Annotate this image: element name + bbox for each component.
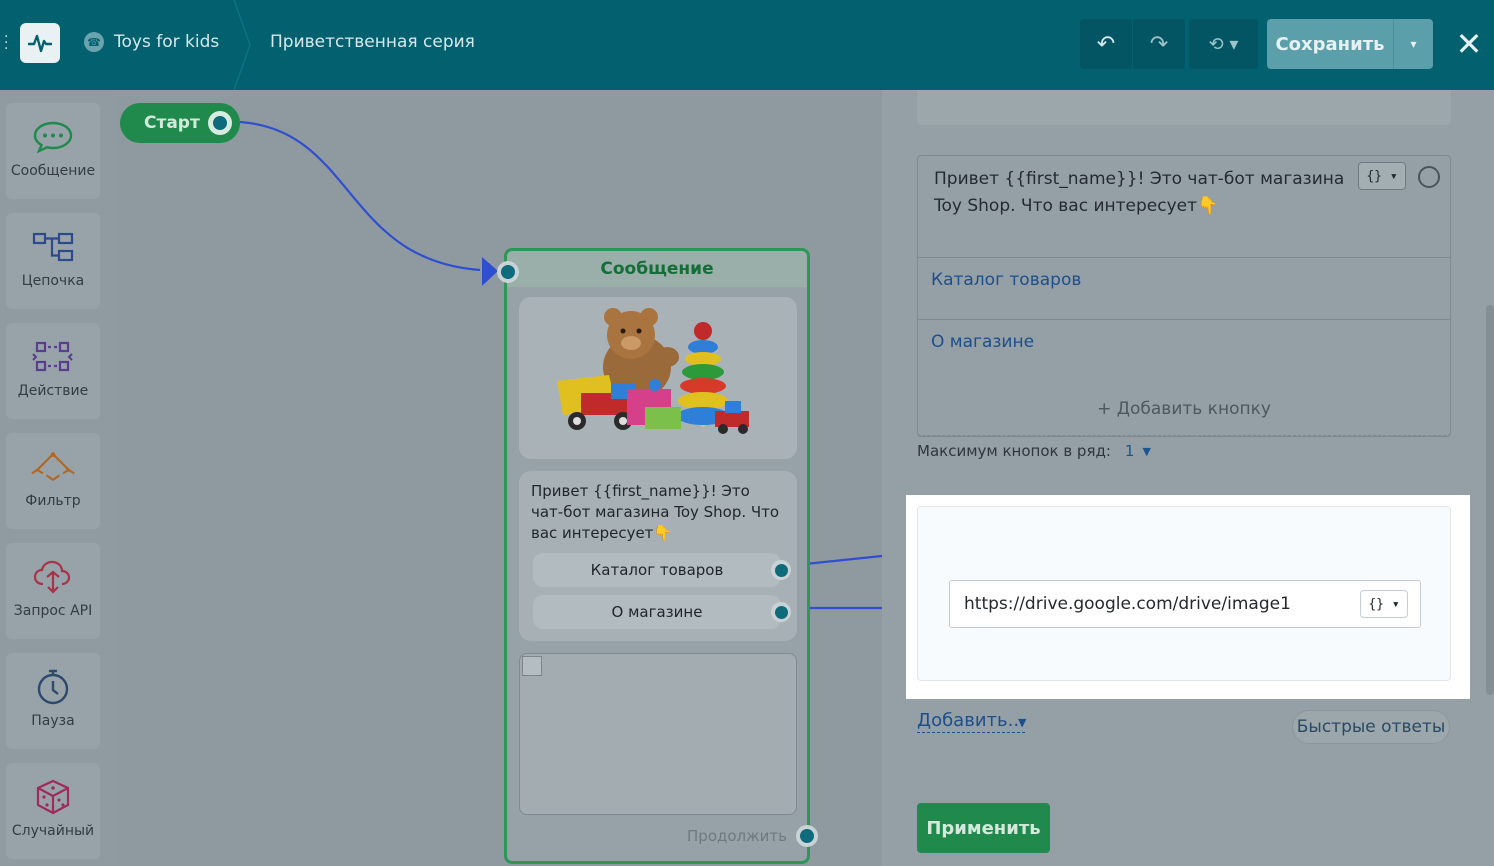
node-button-label: Каталог товаров	[590, 561, 724, 579]
message-input-port[interactable]	[497, 261, 519, 283]
continue-label: Продолжить	[687, 827, 787, 845]
tool-api-request[interactable]: Запрос API	[6, 543, 100, 639]
close-button[interactable]: ✕	[1452, 24, 1486, 64]
quick-replies-button[interactable]: Быстрые ответы	[1292, 710, 1450, 744]
panel-button-catalog[interactable]: Каталог товаров	[918, 257, 1450, 319]
flow-canvas[interactable]: Старт Сообщение Привет {{first_name}}! Э…	[114, 90, 882, 866]
tool-action[interactable]: Действие	[6, 323, 100, 419]
redo-icon: ↷	[1149, 31, 1169, 57]
start-node[interactable]: Старт	[120, 103, 240, 143]
message-textarea[interactable]: Привет {{first_name}}! Это чат-бот магаз…	[934, 166, 1354, 220]
save-button[interactable]: Сохранить	[1267, 19, 1393, 69]
history-icon: ⟲ ▾	[1208, 33, 1239, 55]
chevron-down-icon: ▼	[1142, 444, 1151, 458]
start-label: Старт	[144, 113, 200, 133]
tool-chain[interactable]: Цепочка	[6, 213, 100, 309]
viber-icon: ☎	[84, 32, 104, 52]
image-url-card: https://drive.google.com/drive/image1 {}…	[917, 506, 1451, 681]
tool-message[interactable]: Сообщение	[6, 103, 100, 199]
action-icon	[30, 337, 76, 377]
node-button-about[interactable]: О магазине	[533, 595, 791, 629]
history-button[interactable]: ⟲ ▾	[1189, 19, 1258, 69]
chevron-down-icon: ▼	[1018, 716, 1027, 729]
breadcrumb-flow-name: Приветственная серия	[270, 32, 475, 52]
variable-insert-button[interactable]: {} ▾	[1358, 162, 1406, 190]
undo-icon: ↶	[1096, 31, 1116, 57]
project-name: Toys for kids	[114, 32, 220, 52]
panel-button-about[interactable]: О магазине	[918, 319, 1450, 381]
dice-icon	[30, 777, 76, 817]
save-group: Сохранить ▾	[1267, 19, 1433, 69]
tool-label: Цепочка	[21, 273, 85, 289]
toys-image	[519, 297, 797, 459]
max-buttons-select[interactable]: 1	[1125, 442, 1135, 460]
undo-button[interactable]: ↶	[1080, 19, 1132, 69]
close-icon: ✕	[1455, 25, 1483, 63]
tool-label: Запрос API	[13, 603, 93, 619]
tool-filter[interactable]: Фильтр	[6, 433, 100, 529]
image-placeholder-card	[519, 653, 797, 815]
variable-insert-button[interactable]: {} ▾	[1360, 590, 1408, 618]
message-settings-panel: Привет {{first_name}}! Это чат-бот магаз…	[882, 90, 1494, 866]
stopwatch-icon	[30, 667, 76, 707]
app-logo-icon[interactable]	[20, 23, 60, 63]
breadcrumb-separator	[233, 0, 251, 90]
tool-label: Действие	[17, 383, 89, 399]
tool-panel: Сообщение Цепочка Действие Фильтр Запрос…	[0, 90, 114, 866]
menu-dots-icon[interactable]: · · ·	[4, 30, 10, 56]
cloud-api-icon	[30, 557, 76, 597]
tool-label: Случайный	[11, 823, 95, 839]
broken-image-icon	[522, 656, 542, 676]
chain-icon	[30, 227, 76, 267]
undo-redo-group: ↶ ↷	[1080, 19, 1185, 69]
image-field-top[interactable]	[917, 90, 1451, 125]
redo-button[interactable]: ↷	[1133, 19, 1185, 69]
apply-button[interactable]: Применить	[917, 803, 1050, 853]
panel-scrollbar[interactable]	[1486, 305, 1494, 695]
add-content-dropdown[interactable]: Добавить...	[917, 710, 1025, 733]
breadcrumb-project[interactable]: ☎ Toys for kids	[84, 30, 219, 54]
message-text-card[interactable]: Привет {{first_name}}! Это чат-бот магаз…	[519, 471, 797, 641]
button-output-port[interactable]	[771, 560, 791, 580]
history-group: ⟲ ▾	[1189, 19, 1258, 69]
message-node-title: Сообщение	[507, 251, 807, 287]
top-bar: · · · ☎ Toys for kids Приветственная серия…	[0, 0, 1494, 90]
node-button-catalog[interactable]: Каталог товаров	[533, 553, 791, 587]
image-url-value: https://drive.google.com/drive/image1	[964, 594, 1291, 614]
add-button-button[interactable]: + Добавить кнопку	[917, 382, 1451, 436]
tool-random[interactable]: Случайный	[6, 763, 100, 859]
tool-label: Пауза	[31, 713, 75, 729]
message-node[interactable]: Сообщение Привет {{first_name}}! Это чат…	[497, 248, 818, 864]
message-text: Привет {{first_name}}! Это чат-бот магаз…	[531, 482, 780, 542]
image-url-block: https://drive.google.com/drive/image1 {}…	[906, 495, 1470, 699]
tool-label: Фильтр	[25, 493, 81, 509]
start-output-port[interactable]	[208, 111, 232, 135]
tool-label: Сообщение	[10, 163, 96, 179]
tool-pause[interactable]: Пауза	[6, 653, 100, 749]
chat-bubble-icon	[30, 117, 76, 157]
continue-output-port[interactable]	[796, 825, 818, 847]
chevron-down-icon: ▾	[1410, 37, 1417, 51]
emoji-icon[interactable]	[1418, 166, 1440, 188]
filter-icon	[30, 447, 76, 487]
max-buttons-row: Максимум кнопок в ряд: 1 ▼	[917, 442, 1151, 460]
button-output-port[interactable]	[771, 602, 791, 622]
save-dropdown-button[interactable]: ▾	[1393, 19, 1433, 69]
max-buttons-label: Максимум кнопок в ряд:	[917, 442, 1111, 460]
image-url-input[interactable]: https://drive.google.com/drive/image1 {}…	[949, 580, 1421, 628]
node-button-label: О магазине	[611, 603, 703, 621]
